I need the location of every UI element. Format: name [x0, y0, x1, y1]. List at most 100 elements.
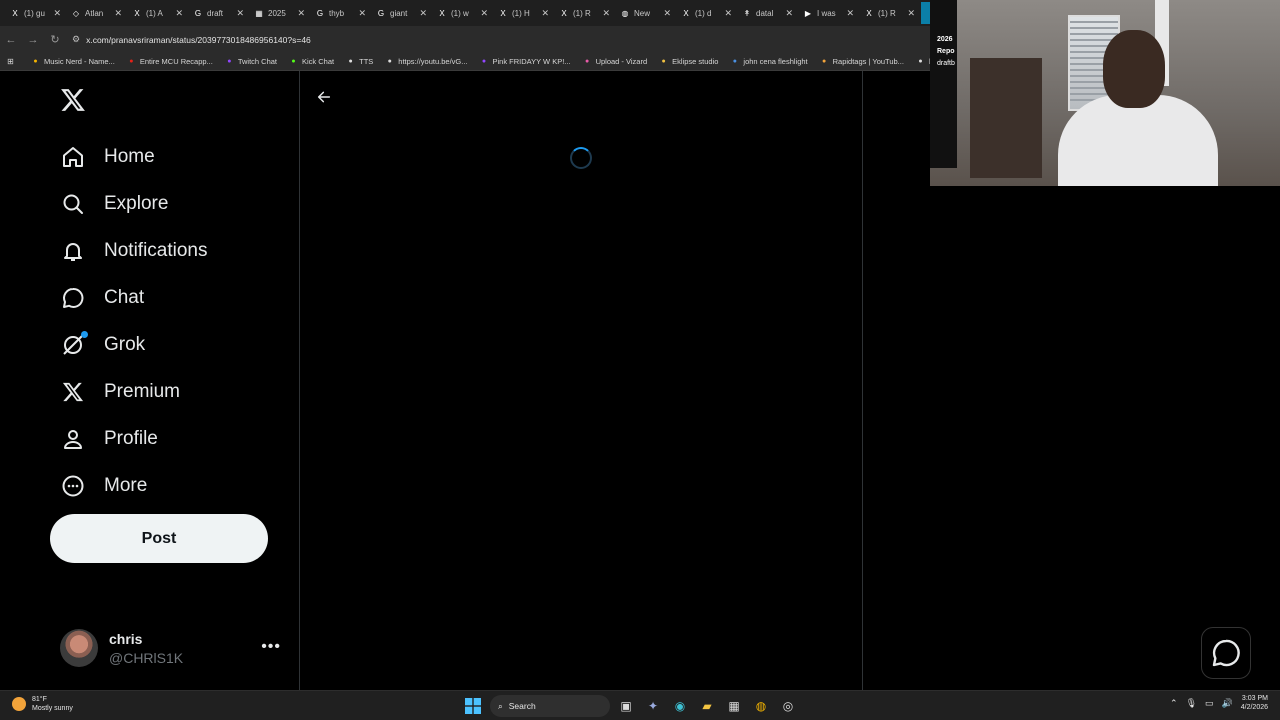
close-icon[interactable]: ✕	[358, 8, 366, 19]
bookmark-item[interactable]: ● Rapidtags | YouTub...	[820, 57, 904, 66]
file-explorer-icon[interactable]: ▰	[697, 696, 717, 716]
bookmark-item[interactable]: ● john cena fleshlight	[730, 57, 808, 66]
site-info-icon[interactable]: ⚙	[72, 34, 80, 45]
close-icon[interactable]: ✕	[480, 8, 488, 19]
tab-label: (1) gu	[24, 8, 45, 18]
chat-bubble-icon	[1212, 639, 1240, 667]
obs-icon[interactable]: ◎	[778, 696, 798, 716]
browser-tab[interactable]: ↟ datal ✕	[738, 2, 799, 24]
tab-label: 2025	[268, 8, 286, 18]
back-arrow-icon[interactable]	[316, 89, 332, 110]
bookmark-item[interactable]: ● Twitch Chat	[225, 57, 277, 66]
bookmark-label: Entire MCU Recapp...	[139, 57, 213, 66]
bookmark-item[interactable]: ● TTS	[346, 57, 373, 66]
youtube-icon: ▶	[804, 8, 812, 18]
bookmark-label: Twitch Chat	[237, 57, 277, 66]
tab-label: datal	[756, 8, 774, 18]
bookmark-item[interactable]: ● Upload - Vizard	[583, 57, 648, 66]
browser-tab[interactable]: Gdraft ✕	[189, 2, 250, 24]
bookmark-item[interactable]: ● Music Nerd - Name...	[31, 57, 114, 66]
close-icon[interactable]: ✕	[297, 8, 305, 19]
bookmark-item[interactable]: ● Kick Chat	[289, 57, 334, 66]
close-icon[interactable]: ✕	[663, 8, 671, 19]
windows-start-icon[interactable]	[463, 696, 483, 716]
close-icon[interactable]: ✕	[846, 8, 854, 19]
close-icon[interactable]: ✕	[602, 8, 610, 19]
taskbar-search[interactable]: ⌕ Search	[490, 695, 610, 717]
browser-tab[interactable]: ◍ New ✕	[616, 2, 677, 24]
volume-icon[interactable]: 🔊	[1222, 698, 1233, 709]
nav-label: Chat	[104, 287, 145, 308]
bookmark-label: Upload - Vizard	[595, 57, 648, 66]
browser-tab[interactable]: Gthyb ✕	[311, 2, 372, 24]
network-icon[interactable]: ▭	[1205, 698, 1214, 709]
url-text: x.com/pranavsriraman/status/203977301848…	[86, 34, 311, 45]
close-icon[interactable]: ✕	[907, 8, 915, 19]
mic-icon[interactable]: 🎙	[1186, 698, 1197, 709]
clock[interactable]: 3:03 PM 4/2/2026	[1241, 694, 1268, 712]
nav-label: Notifications	[104, 240, 208, 261]
apps-icon[interactable]: ⊞	[6, 57, 19, 66]
nav-more[interactable]: More	[60, 468, 147, 504]
nav-explore[interactable]: Explore	[60, 186, 168, 222]
bookmark-label: https://youtu.be/vG...	[398, 57, 468, 66]
kick-icon: ●	[291, 58, 296, 65]
store-icon[interactable]: ▦	[724, 696, 744, 716]
bookmark-item[interactable]: ● Entire MCU Recapp...	[127, 57, 213, 66]
google-icon: G	[194, 8, 202, 18]
task-view-icon[interactable]: ▣	[616, 696, 636, 716]
chrome-icon[interactable]: ◍	[751, 696, 771, 716]
browser-tab[interactable]: ▶ I was ✕	[799, 2, 860, 24]
more-dots-icon[interactable]: •••	[261, 638, 281, 656]
grok-icon	[60, 331, 88, 358]
bookmark-item[interactable]: ● https://youtu.be/vG...	[385, 57, 468, 66]
forward-button[interactable]: →	[22, 34, 44, 46]
browser-tab[interactable]: X (1) R ✕	[555, 2, 616, 24]
nav-chat[interactable]: Chat	[60, 280, 144, 316]
browser-tab[interactable]: ◇ Atlan ✕	[67, 2, 128, 24]
nav-home[interactable]: Home	[60, 139, 155, 175]
bookmark-item[interactable]: ● Eklipse studio	[659, 57, 719, 66]
nav-notifications[interactable]: Notifications	[60, 233, 208, 269]
post-button[interactable]: Post	[50, 514, 268, 563]
browser-tab[interactable]: X (1) R ✕	[860, 2, 921, 24]
chevron-up-icon[interactable]: ⌃	[1170, 698, 1178, 709]
weather-widget[interactable]: 81°F Mostly sunny	[12, 695, 73, 713]
google-icon: G	[316, 8, 324, 18]
nav-grok[interactable]: Grok	[60, 327, 145, 363]
x-icon: X	[683, 8, 689, 18]
browser-tab[interactable]: X (1) H ✕	[494, 2, 555, 24]
copilot-icon[interactable]: ✦	[643, 696, 663, 716]
close-icon[interactable]: ✕	[724, 8, 732, 19]
tts-icon: ●	[348, 58, 353, 65]
overlay-text: draftb	[937, 60, 955, 67]
close-icon[interactable]: ✕	[114, 8, 122, 19]
back-button[interactable]: ←	[0, 34, 22, 46]
webcam-shelf	[970, 58, 1042, 178]
eklipse-icon: ●	[661, 58, 666, 65]
browser-tab[interactable]: X (1) d ✕	[677, 2, 738, 24]
close-icon[interactable]: ✕	[541, 8, 549, 19]
edge-icon[interactable]: ◉	[670, 696, 690, 716]
account-switcher[interactable]: chris @CHRlS1K •••	[60, 628, 285, 668]
browser-tab[interactable]: Ggiant ✕	[372, 2, 433, 24]
chrome-icon: ◍	[621, 8, 629, 18]
tab-label: giant	[390, 8, 408, 18]
close-icon[interactable]: ✕	[175, 8, 183, 19]
close-icon[interactable]: ✕	[419, 8, 427, 19]
browser-tab[interactable]: X (1) gu ✕	[6, 2, 67, 24]
close-icon[interactable]: ✕	[785, 8, 793, 19]
close-icon[interactable]: ✕	[53, 8, 61, 19]
browser-tab[interactable]: X (1) A ✕	[128, 2, 189, 24]
bookmark-item[interactable]: ● Pink FRIDAYY W KP!...	[479, 57, 571, 66]
url-field[interactable]: ⚙ x.com/pranavsriraman/status/2039773018…	[72, 34, 311, 45]
nav-premium[interactable]: Premium	[60, 374, 180, 410]
close-icon[interactable]: ✕	[236, 8, 244, 19]
floating-chat-button[interactable]	[1201, 627, 1251, 679]
nav-profile[interactable]: Profile	[60, 421, 158, 457]
browser-tab[interactable]: X (1) w ✕	[433, 2, 494, 24]
home-icon	[60, 144, 86, 170]
browser-tab[interactable]: ▦ 2025 ✕	[250, 2, 311, 24]
reload-button[interactable]: ↻	[44, 33, 66, 46]
x-logo-icon[interactable]	[60, 87, 86, 120]
